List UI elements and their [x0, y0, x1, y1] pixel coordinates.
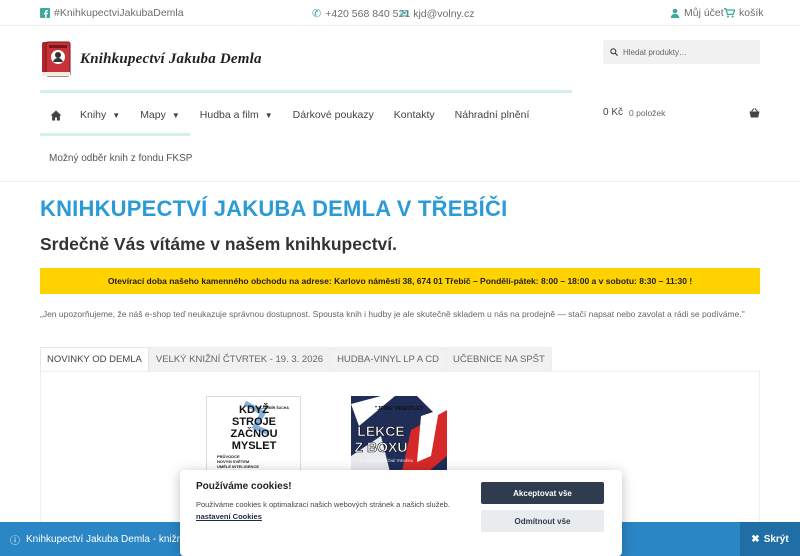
nav-item-label: Dárkové poukazy: [292, 109, 374, 121]
header-bottom-border: [0, 181, 800, 182]
book1-title-line: ZAČNOU: [230, 427, 277, 440]
book-cover-kdyz-stroje[interactable]: VLADIMÍR ŠUCHA KDYŽ STROJE ZAČNOU MYSLET…: [206, 396, 301, 476]
nav-item-label: Knihy: [80, 109, 107, 121]
cookie-settings-link[interactable]: nastavení Cookies: [196, 512, 262, 521]
header-cart[interactable]: 0 Kč 0 položek: [603, 107, 760, 118]
user-icon: [670, 8, 680, 18]
facebook-label: #KnihkupectviJakubaDemla: [54, 7, 184, 19]
facebook-link[interactable]: #KnihkupectviJakubaDemla: [40, 7, 184, 19]
book2-tagline: ZE SVĚTA BEZPEČNÉ TRENÉRA: [359, 458, 414, 463]
nav-item-knihy[interactable]: Knihy ▼: [80, 109, 120, 121]
book1-title-line: STROJE: [232, 416, 276, 428]
deny-all-button[interactable]: Odmítnout vše: [481, 510, 604, 532]
book1-title-line: KDYŽ: [239, 403, 269, 416]
book2-author-prefix: MARK: [359, 406, 371, 411]
phone-icon: ✆: [312, 8, 322, 20]
header-divider: [40, 90, 572, 93]
nav-item-kontakty[interactable]: Kontakty: [394, 109, 435, 121]
search-icon: [610, 48, 618, 56]
email-label: kjd@volny.cz: [413, 7, 475, 20]
search-box[interactable]: [603, 40, 760, 64]
book-cover-lekce-z-boxu[interactable]: MARK "JEWE" PRIESTLEY LEKCE Z BOXU ZE SV…: [351, 396, 447, 476]
tab-novinky-od-demla[interactable]: NOVINKY OD DEMLA: [40, 347, 149, 371]
nav-item-nahradni-plneni[interactable]: Náhradní plnění: [455, 109, 530, 121]
tab-velky-knizni-ctvrtek[interactable]: VELKÝ KNIŽNÍ ČTVRTEK - 19. 3. 2026: [148, 347, 331, 371]
account-link[interactable]: Můj účet: [670, 7, 724, 19]
product-tabs: NOVINKY OD DEMLA VELKÝ KNIŽNÍ ČTVRTEK - …: [40, 347, 552, 371]
page-subtitle: Srdečně Vás vítáme v našem knihkupectví.: [40, 234, 397, 254]
book2-title-line: LEKCE: [357, 423, 404, 439]
cart-total: 0 Kč: [603, 107, 624, 118]
book-logo-icon: [40, 40, 74, 78]
cookie-consent-dialog: Používáme cookies! Používáme cookies k o…: [180, 470, 622, 556]
tab-hudba-vinyl[interactable]: HUDBA-VINYL LP A CD: [330, 347, 446, 371]
page-title: KNIHKUPECTVÍ JAKUBA DEMLA V TŘEBÍČI: [40, 196, 508, 221]
nav-item-label: Náhradní plnění: [454, 109, 530, 121]
chevron-down-icon: ▼: [112, 110, 121, 120]
site-logo[interactable]: Knihkupectví Jakuba Demla: [40, 40, 262, 78]
store-notice-text: Knihkupectví Jakuba Demla - knižní: [26, 533, 185, 545]
nav-item-darkove-poukazy[interactable]: Dárkové poukazy: [293, 109, 374, 121]
cart-count: 0 položek: [629, 107, 666, 118]
main-navigation: Knihy ▼ Mapy ▼ Hudba a film ▼ Dárkové po…: [40, 104, 549, 126]
nav-item-label: Hudba a film: [199, 109, 259, 121]
cookie-description: Používáme cookies k optimalizaci našich …: [196, 500, 450, 509]
logo-text: Knihkupectví Jakuba Demla: [80, 50, 262, 67]
cart-link[interactable]: košík: [724, 7, 764, 19]
nav-item-label: Mapy: [140, 109, 166, 121]
top-bar: #KnihkupectviJakubaDemla ✆ +420 568 840 …: [0, 0, 800, 26]
cart-icon: [724, 8, 735, 18]
nav-item-label: Kontakty: [393, 109, 435, 121]
phone-label: +420 568 840 521: [325, 7, 411, 20]
home-link[interactable]: [50, 110, 62, 121]
email-link[interactable]: ✉ kjd@volny.cz: [400, 7, 475, 21]
nav-item-mapy[interactable]: Mapy ▼: [140, 109, 180, 121]
chevron-down-icon: ▼: [264, 110, 273, 120]
cart-label: košík: [739, 7, 764, 19]
phone-link[interactable]: ✆ +420 568 840 521: [312, 7, 411, 21]
nav-item-fksp[interactable]: Možný odběr knih z fondu FKSP: [49, 153, 192, 164]
nav-item-hudba-a-film[interactable]: Hudba a film ▼: [200, 109, 273, 121]
home-icon: [50, 110, 62, 120]
hide-notice-button[interactable]: ✖ Skrýt: [740, 522, 800, 556]
tab-ucebnice-na-spst[interactable]: UČEBNICE NA SPŠT: [445, 347, 552, 371]
close-icon: ✖: [751, 533, 760, 545]
chevron-down-icon: ▼: [171, 110, 180, 120]
facebook-icon: [40, 8, 50, 18]
opening-hours-banner: Otevírací doba našeho kamenného obchodu …: [40, 268, 760, 294]
book1-title-line: MYSLET: [232, 440, 277, 452]
book2-author: "JEWE" PRIESTLEY: [375, 406, 424, 412]
nav-active-indicator: [40, 133, 190, 136]
availability-note: „Jen upozorňujeme, že náš e-shop teď neu…: [40, 309, 745, 319]
store-notice-info-icon: ⓘ: [10, 535, 20, 547]
accept-all-button[interactable]: Akceptovat vše: [481, 482, 604, 504]
envelope-icon: ✉: [400, 8, 410, 20]
search-input[interactable]: [623, 47, 748, 57]
cookie-title: Používáme cookies!: [196, 481, 292, 492]
hide-notice-label: Skrýt: [763, 533, 789, 545]
basket-icon: [749, 107, 760, 117]
cookie-text: Používáme cookies k optimalizaci našich …: [196, 499, 466, 523]
account-label: Můj účet: [684, 7, 724, 19]
book2-title-line: Z BOXU: [355, 439, 408, 455]
